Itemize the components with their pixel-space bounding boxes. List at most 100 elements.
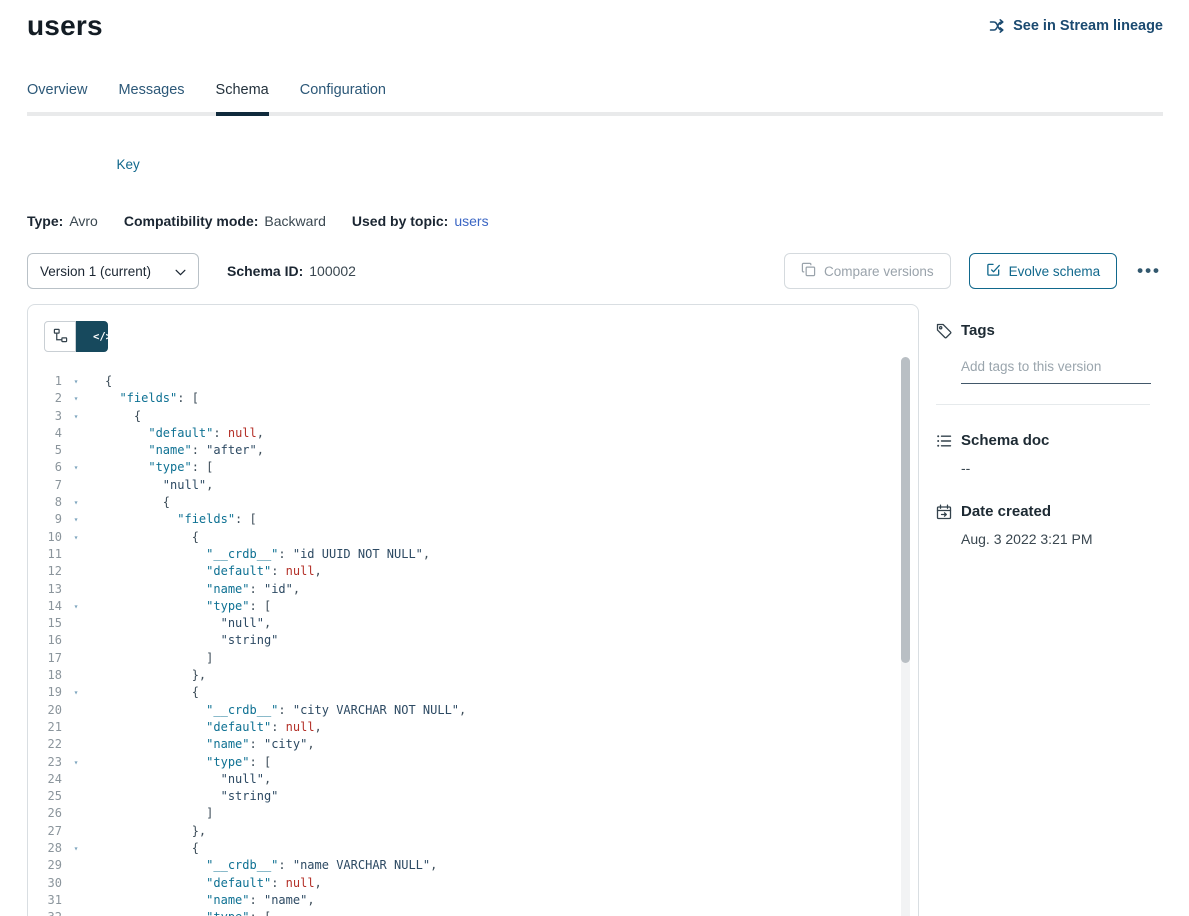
line-number: 12	[28, 563, 62, 580]
tab-schema[interactable]: Schema	[216, 82, 269, 112]
fold-spacer	[68, 875, 84, 892]
code-text: "default": null,	[84, 425, 264, 442]
code-line: 26 ]	[28, 805, 918, 822]
fold-arrow-icon[interactable]: ▾	[68, 598, 84, 615]
code-line: 12 "default": null,	[28, 563, 918, 580]
fold-arrow-icon[interactable]: ▾	[68, 494, 84, 511]
scrollbar-track[interactable]	[901, 357, 910, 916]
code-view-button[interactable]: </>	[76, 321, 108, 352]
fold-spacer	[68, 857, 84, 874]
code-text: "name": "name",	[84, 892, 315, 909]
fold-arrow-icon[interactable]: ▾	[68, 840, 84, 857]
type-value: Avro	[69, 213, 98, 229]
line-number: 2	[28, 390, 62, 407]
code-text: "name": "city",	[84, 736, 315, 753]
fold-spacer	[68, 788, 84, 805]
line-number: 27	[28, 823, 62, 840]
key-toggle-button[interactable]: Key	[111, 149, 146, 180]
code-line: 3▾ {	[28, 408, 918, 425]
code-text: "null",	[84, 477, 213, 494]
fold-spacer	[68, 546, 84, 563]
code-text: "default": null,	[84, 563, 322, 580]
tag-icon	[936, 323, 952, 339]
code-line: 14▾ "type": [	[28, 598, 918, 615]
stream-lineage-link[interactable]: See in Stream lineage	[989, 18, 1163, 34]
code-line: 29 "__crdb__": "name VARCHAR NULL",	[28, 857, 918, 874]
code-line: 13 "name": "id",	[28, 581, 918, 598]
code-line: 30 "default": null,	[28, 875, 918, 892]
fold-spacer	[68, 650, 84, 667]
line-number: 7	[28, 477, 62, 494]
editor-view-toggle: </>	[44, 321, 108, 352]
code-text: ]	[84, 650, 213, 667]
tree-view-button[interactable]	[44, 321, 76, 352]
tab-messages[interactable]: Messages	[118, 82, 184, 112]
fold-spacer	[68, 632, 84, 649]
fold-arrow-icon[interactable]: ▾	[68, 529, 84, 546]
code-line: 18 },	[28, 667, 918, 684]
schema-doc-heading: Schema doc	[961, 432, 1049, 449]
code-line: 11 "__crdb__": "id UUID NOT NULL",	[28, 546, 918, 563]
code-text: "string"	[84, 632, 278, 649]
topic-link[interactable]: users	[454, 213, 488, 229]
line-number: 24	[28, 771, 62, 788]
compare-versions-button[interactable]: Compare versions	[784, 253, 951, 289]
line-number: 13	[28, 581, 62, 598]
code-text: "__crdb__": "city VARCHAR NOT NULL",	[84, 702, 466, 719]
schema-doc-section: Schema doc --	[936, 432, 1163, 476]
line-number: 18	[28, 667, 62, 684]
fold-arrow-icon[interactable]: ▾	[68, 754, 84, 771]
code-line: 4 "default": null,	[28, 425, 918, 442]
code-text: },	[84, 667, 206, 684]
tags-input[interactable]	[961, 357, 1151, 384]
date-created-section: Date created Aug. 3 2022 3:21 PM	[936, 503, 1163, 547]
code-text: {	[84, 684, 199, 701]
fold-arrow-icon[interactable]: ▾	[68, 459, 84, 476]
code-text: "default": null,	[84, 875, 322, 892]
line-number: 29	[28, 857, 62, 874]
tab-bar: Overview Messages Schema Configuration	[27, 82, 1163, 116]
code-text: "null",	[84, 771, 271, 788]
code-text: {	[84, 373, 112, 390]
stream-lineage-icon	[989, 18, 1005, 34]
fold-spacer	[68, 771, 84, 788]
code-lines: 1▾{2▾ "fields": [3▾ {4 "default": null,5…	[28, 373, 918, 916]
fold-arrow-icon[interactable]: ▾	[68, 684, 84, 701]
code-line: 17 ]	[28, 650, 918, 667]
scrollbar-thumb[interactable]	[901, 357, 910, 663]
value-toggle-button[interactable]: Value	[27, 149, 91, 180]
page-title: users	[27, 10, 103, 42]
code-text: "fields": [	[84, 390, 199, 407]
schema-doc-value: --	[961, 460, 1163, 476]
fold-arrow-icon[interactable]: ▾	[68, 511, 84, 528]
code-text: "default": null,	[84, 719, 322, 736]
schema-doc-icon	[936, 433, 952, 449]
schema-id-label: Schema ID:	[227, 263, 303, 279]
line-number: 23	[28, 754, 62, 771]
evolve-schema-button[interactable]: Evolve schema	[969, 253, 1118, 289]
fold-arrow-icon[interactable]: ▾	[68, 909, 84, 916]
fold-arrow-icon[interactable]: ▾	[68, 408, 84, 425]
schema-meta-row: Type: Avro Compatibility mode: Backward …	[27, 213, 1163, 229]
code-line: 5 "name": "after",	[28, 442, 918, 459]
version-select[interactable]: Version 1 (current)	[27, 253, 199, 289]
more-options-button[interactable]: •••	[1135, 259, 1163, 283]
fold-spacer	[68, 736, 84, 753]
fold-spacer	[68, 615, 84, 632]
code-line: 28▾ {	[28, 840, 918, 857]
line-number: 30	[28, 875, 62, 892]
schema-id-value: 100002	[309, 263, 356, 279]
tab-overview[interactable]: Overview	[27, 82, 87, 112]
code-text: "type": [	[84, 909, 271, 916]
compare-versions-label: Compare versions	[824, 264, 934, 279]
type-label: Type:	[27, 213, 63, 229]
fold-arrow-icon[interactable]: ▾	[68, 390, 84, 407]
chevron-down-icon	[175, 264, 186, 279]
fold-spacer	[68, 425, 84, 442]
schema-id: Schema ID: 100002	[227, 263, 356, 279]
code-text: {	[84, 529, 199, 546]
tab-configuration[interactable]: Configuration	[300, 82, 386, 112]
code-text: "null",	[84, 615, 271, 632]
fold-arrow-icon[interactable]: ▾	[68, 373, 84, 390]
line-number: 22	[28, 736, 62, 753]
